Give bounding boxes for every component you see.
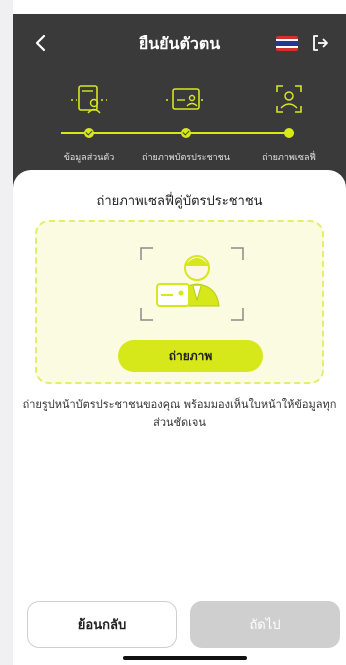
phone-screen: ยืนยันตัวตน ข้อมูลส่วนตัว ถ่ายภาพบัตรประ…	[13, 0, 346, 665]
step-2-dot	[181, 128, 191, 138]
thai-flag-icon[interactable]	[276, 36, 298, 51]
capture-area[interactable]: ถ่ายภาพ	[35, 220, 324, 384]
stepper: ข้อมูลส่วนตัว ถ่ายภาพบัตรประชาชน ถ่ายภาพ…	[13, 78, 346, 168]
home-indicator	[123, 656, 247, 660]
footer-bar: ย้อนกลับ ถัดไป	[13, 588, 346, 665]
step-2-label: ถ่ายภาพบัตรประชาชน	[142, 153, 230, 163]
user-document-icon	[69, 82, 109, 118]
step-3-label: ถ่ายภาพเซลฟี่	[262, 153, 316, 163]
id-card-icon	[166, 82, 206, 118]
status-bar	[13, 0, 346, 14]
face-scan-icon	[269, 82, 309, 118]
instruction-text: ถ่ายรูปหน้าบัตรประชาชนของคุณ พร้อมมองเห็…	[22, 398, 337, 429]
selfie-with-id-icon	[137, 244, 247, 324]
capture-button[interactable]: ถ่ายภาพ	[118, 340, 263, 372]
step-3-dot	[284, 128, 294, 138]
step-1-label: ข้อมูลส่วนตัว	[63, 153, 115, 163]
logout-icon[interactable]	[310, 33, 330, 53]
stepper-line	[61, 132, 294, 134]
next-button[interactable]: ถัดไป	[190, 601, 340, 648]
back-button[interactable]: ย้อนกลับ	[27, 601, 177, 648]
step-1-dot	[84, 128, 94, 138]
section-title: ถ่ายภาพเซลฟี่คู่บัตรประชาชน	[96, 194, 263, 209]
